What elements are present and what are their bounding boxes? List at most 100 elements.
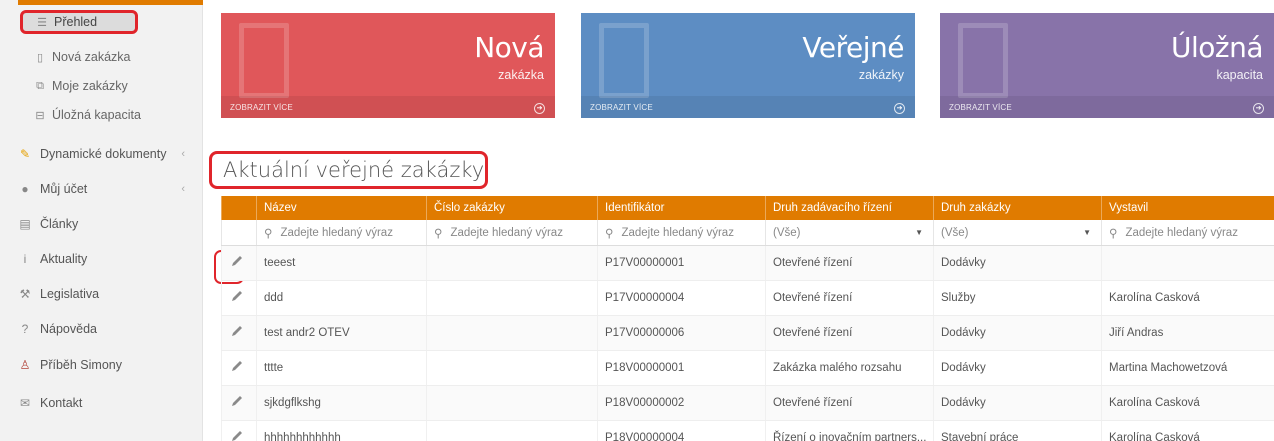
caret-down-icon: ▼ [1083,228,1091,237]
tile-more-link[interactable]: ZOBRAZIT VÍCE [590,103,653,112]
chevron-left-icon: ‹ [181,183,185,195]
pencil-icon[interactable] [230,324,244,338]
cell-nazev: tttte [256,351,426,385]
table-row[interactable]: hhhhhhhhhhhh P18V00000004 Řízení o inovačn… [221,421,1274,441]
pencil-icon[interactable] [230,394,244,408]
filter-vystavil[interactable]: ⚲ Zadejte hledaný výraz [1101,220,1274,245]
sidebar-item-label: Legislativa [40,287,100,301]
cell-cislo [426,351,597,385]
cell-druh-rizeni: Otevřené řízení [765,316,933,350]
column-header-vystavil[interactable]: Vystavil [1101,196,1274,220]
pencil-icon[interactable] [230,429,244,441]
tile-nova-zakazka[interactable]: Nová zakázka ZOBRAZIT VÍCE ➔ [221,13,555,118]
cell-druh-rizeni: Řízení o inovačním partners... [765,421,933,441]
cell-cislo [426,246,597,280]
cell-druh-zakazky: Dodávky [933,351,1101,385]
document-icon [239,23,289,98]
table-row[interactable]: test andr2 OTEV P17V00000006 Otevřené říze… [221,316,1274,351]
filter-row: ⚲ Zadejte hledaný výraz ⚲ Zadejte hledan… [221,220,1274,246]
pencil-icon[interactable] [230,359,244,373]
mail-icon: ✉ [19,396,31,410]
arrow-circle-icon[interactable]: ➔ [894,103,905,114]
file-icon: ▯ [36,51,44,64]
column-header-identifikator[interactable]: Identifikátor [597,196,765,220]
search-input[interactable]: Zadejte hledaný výraz [621,227,734,239]
newspaper-icon: ▤ [19,217,31,231]
column-header-cislo[interactable]: Číslo zakázky [426,196,597,220]
column-header-druh-zakazky[interactable]: Druh zakázky [933,196,1101,220]
cell-druh-zakazky: Dodávky [933,246,1101,280]
tile-verejne-zakazky[interactable]: Veřejné zakázky ZOBRAZIT VÍCE ➔ [581,13,915,118]
sidebar-item-label: Dynamické dokumenty [40,147,167,161]
sidebar-item-label: Nová zakázka [52,50,131,64]
search-input[interactable]: Zadejte hledaný výraz [280,227,393,239]
column-header-nazev[interactable]: Název [256,196,426,220]
cell-nazev: hhhhhhhhhhhh [256,421,426,441]
page-title: Aktuální veřejné zakázky [209,151,488,189]
cell-identifikator: P17V00000001 [597,246,765,280]
cell-identifikator: P17V00000004 [597,281,765,315]
search-input[interactable]: Zadejte hledaný výraz [450,227,563,239]
sidebar-item-clanky[interactable]: ▤ Články [18,212,193,236]
filter-empty [221,220,256,245]
tile-more-link[interactable]: ZOBRAZIT VÍCE [230,103,293,112]
tile-title: Veřejné [802,31,904,64]
edit-cell [221,246,256,280]
sidebar-item-muj-ucet[interactable]: ● Můj účet ‹ [18,177,193,201]
sidebar-item-kontakt[interactable]: ✉ Kontakt [18,391,193,415]
sidebar-item-label: Nápověda [40,322,97,336]
cell-cislo [426,386,597,420]
edit-cell [221,281,256,315]
filter-druh-rizeni-select[interactable]: (Vše) ▼ [765,220,933,245]
info-icon: i [23,252,27,266]
tile-more-link[interactable]: ZOBRAZIT VÍCE [949,103,1012,112]
cell-nazev: sjkdgflkshg [256,386,426,420]
chevron-left-icon: ‹ [181,148,185,160]
table-row[interactable]: tttte P18V00000001 Zakázka malého rozsahu D… [221,351,1274,386]
filter-druh-zakazky-select[interactable]: (Vše) ▼ [933,220,1101,245]
sidebar-item-moje-zakazky[interactable]: ⧉ Moje zakázky [32,74,128,98]
table-row[interactable]: ddd P17V00000004 Otevřené řízení Služby Karo… [221,281,1274,316]
help-icon: ? [21,322,29,336]
select-value: (Vše) [773,226,801,239]
filter-nazev[interactable]: ⚲ Zadejte hledaný výraz [256,220,426,245]
sidebar-item-aktuality[interactable]: i Aktuality [18,247,193,271]
table-row[interactable]: sjkdgflkshg P18V00000002 Otevřené řízení Do… [221,386,1274,421]
select-value: (Vše) [941,226,969,239]
sidebar-item-legislativa[interactable]: ⚒ Legislativa [18,282,193,306]
tile-subtitle: zakázka [498,68,544,82]
sidebar-item-label: Aktuality [40,252,88,266]
cell-vystavil [1101,246,1274,280]
arrow-circle-icon[interactable]: ➔ [534,103,545,114]
sidebar-item-label: Kontakt [40,396,83,410]
storage-icon [958,23,1008,98]
sidebar-item-prehled[interactable]: ☰ Přehled [20,10,138,34]
sidebar-item-dynamicke-dokumenty[interactable]: ✎ Dynamické dokumenty ‹ [18,142,193,166]
storage-icon: ⊟ [35,109,45,122]
cell-druh-rizeni: Otevřené řízení [765,246,933,280]
sidebar-item-label: Moje zakázky [52,79,128,93]
sidebar-item-label: Můj účet [40,182,88,196]
arrow-circle-icon[interactable]: ➔ [1253,103,1264,114]
pencil-icon[interactable] [230,254,244,268]
cell-druh-zakazky: Služby [933,281,1101,315]
sidebar-item-nova-zakazka[interactable]: ▯ Nová zakázka [32,45,131,69]
pencil-icon[interactable] [230,289,244,303]
filter-cislo[interactable]: ⚲ Zadejte hledaný výraz [426,220,597,245]
table-row[interactable]: teeest P17V00000001 Otevřené řízení Dodávky [221,246,1274,281]
search-input[interactable]: Zadejte hledaný výraz [1125,227,1238,239]
sidebar-item-ulozna-kapacita[interactable]: ⊟ Úložná kapacita [32,103,141,127]
files-icon: ⧉ [36,79,44,92]
cell-druh-rizeni: Otevřené řízení [765,386,933,420]
cell-nazev: teeest [256,246,426,280]
tile-ulozna-kapacita[interactable]: Úložná kapacita ZOBRAZIT VÍCE ➔ [940,13,1274,118]
cell-cislo [426,281,597,315]
column-header-druh-rizeni[interactable]: Druh zadávacího řízení [765,196,933,220]
gavel-icon: ⚒ [19,287,31,301]
sidebar-item-pribeh-simony[interactable]: ♙ Příběh Simony [18,353,193,377]
sidebar-item-napoveda[interactable]: ? Nápověda [18,317,193,341]
sidebar-item-label: Úložná kapacita [52,108,141,122]
cell-vystavil: Jiří Andras [1101,316,1274,350]
filter-identifikator[interactable]: ⚲ Zadejte hledaný výraz [597,220,765,245]
search-icon: ⚲ [434,227,443,240]
